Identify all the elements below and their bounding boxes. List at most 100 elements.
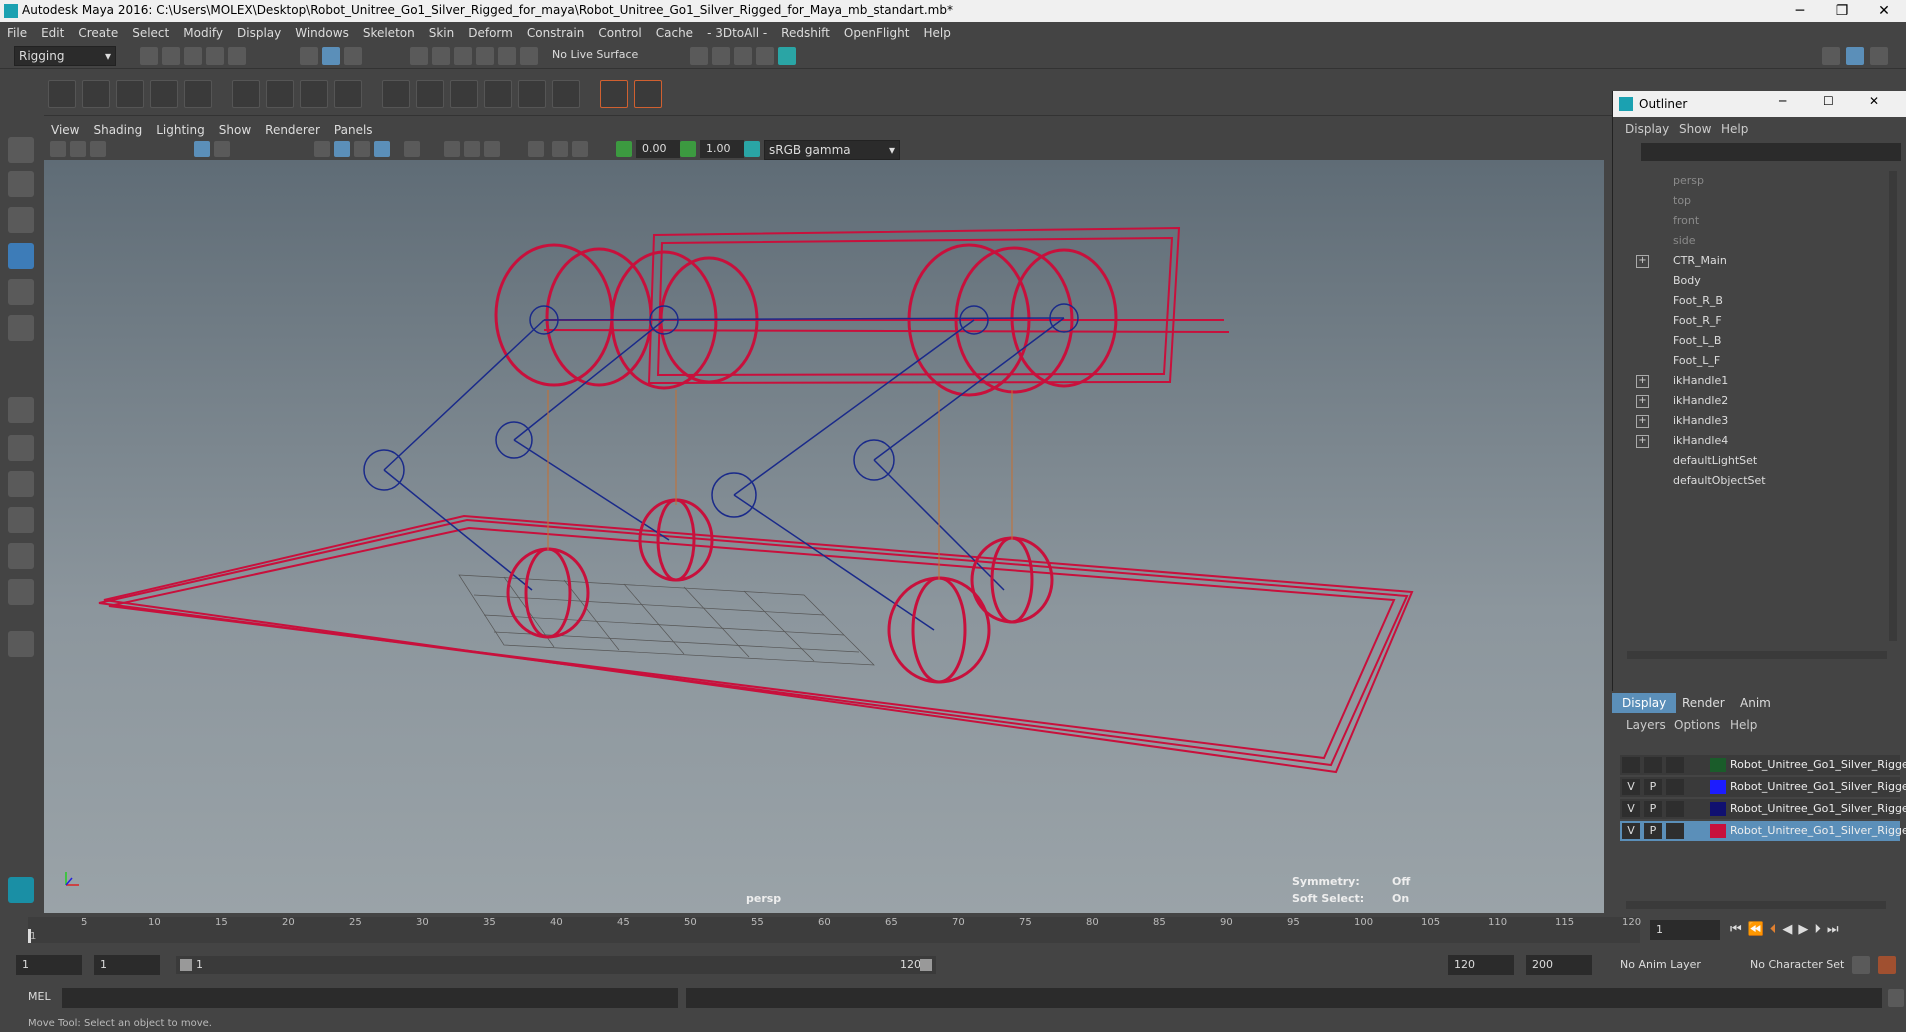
scale-tool-icon[interactable] bbox=[8, 315, 34, 341]
film-gate-icon[interactable] bbox=[214, 141, 230, 157]
snap-view-icon[interactable] bbox=[476, 47, 494, 65]
render-settings-icon[interactable] bbox=[756, 47, 774, 65]
move-tool-icon[interactable] bbox=[8, 243, 34, 269]
motion-blur-icon[interactable] bbox=[484, 141, 500, 157]
camera-attributes-icon[interactable] bbox=[70, 141, 86, 157]
xray-icon[interactable] bbox=[552, 141, 568, 157]
anim-layer-dropdown[interactable]: No Anim Layer bbox=[1620, 958, 1701, 971]
outliner-maximize-button[interactable]: ☐ bbox=[1823, 94, 1834, 108]
menu-control[interactable]: Control bbox=[591, 22, 648, 44]
bind-skin-icon[interactable] bbox=[232, 80, 260, 108]
custom-layout-icon[interactable] bbox=[8, 631, 34, 657]
anim-prefs-icon[interactable] bbox=[1878, 956, 1896, 974]
playback-end-field[interactable]: 120 bbox=[1448, 955, 1514, 975]
four-view-icon[interactable] bbox=[8, 435, 34, 461]
gamma-icon[interactable] bbox=[680, 141, 696, 157]
animation-start-field[interactable]: 1 bbox=[16, 955, 82, 975]
outliner-item-ikhandle4[interactable]: ikHandle4 bbox=[1673, 431, 1728, 451]
menu-edit[interactable]: Edit bbox=[34, 22, 71, 44]
layer-playback-toggle[interactable]: P bbox=[1644, 823, 1662, 839]
snap-surface-icon[interactable] bbox=[498, 47, 516, 65]
outliner-menu-display[interactable]: Display bbox=[1625, 119, 1675, 139]
menu-create[interactable]: Create bbox=[71, 22, 125, 44]
paint-weights-icon[interactable] bbox=[266, 80, 294, 108]
xray-joints-icon[interactable] bbox=[572, 141, 588, 157]
set-driven-key-icon[interactable] bbox=[634, 80, 662, 108]
outliner-item-defaultobjectset[interactable]: defaultObjectSet bbox=[1673, 471, 1766, 491]
step-back-icon[interactable]: ⏪ bbox=[1748, 922, 1770, 937]
tab-display[interactable]: Display bbox=[1612, 693, 1677, 713]
layer-display-type[interactable] bbox=[1666, 823, 1684, 839]
scale-constraint-icon[interactable] bbox=[484, 80, 512, 108]
expand-icon[interactable]: + bbox=[1636, 375, 1649, 388]
layer-color-swatch[interactable] bbox=[1710, 758, 1726, 772]
new-scene-icon[interactable] bbox=[140, 47, 158, 65]
cluster-icon[interactable] bbox=[334, 80, 362, 108]
select-component-icon[interactable] bbox=[344, 47, 362, 65]
outliner-layout-icon[interactable] bbox=[8, 579, 34, 605]
range-end-handle[interactable] bbox=[920, 959, 932, 971]
persp-outliner-layout-icon[interactable] bbox=[8, 471, 34, 497]
layers-menu-layers[interactable]: Layers bbox=[1626, 715, 1670, 735]
layers-hscrollbar[interactable] bbox=[1626, 901, 1886, 909]
textured-icon[interactable] bbox=[354, 141, 370, 157]
layer-display-type[interactable] bbox=[1666, 757, 1684, 773]
attribute-editor-icon[interactable] bbox=[1846, 47, 1864, 65]
point-constraint-icon[interactable] bbox=[416, 80, 444, 108]
outliner-item-defaultlightset[interactable]: defaultLightSet bbox=[1673, 451, 1757, 471]
joint-tool-icon[interactable] bbox=[48, 80, 76, 108]
layer-display-type[interactable] bbox=[1666, 779, 1684, 795]
hypershade-icon[interactable] bbox=[778, 47, 796, 65]
expand-icon[interactable]: + bbox=[1636, 395, 1649, 408]
layers-menu-options[interactable]: Options bbox=[1674, 715, 1722, 735]
menu-skin[interactable]: Skin bbox=[422, 22, 462, 44]
wireframe-icon[interactable] bbox=[314, 141, 330, 157]
menuset-dropdown[interactable]: Rigging ▾ bbox=[14, 46, 116, 66]
tab-render[interactable]: Render bbox=[1672, 693, 1735, 713]
camera-select-icon[interactable] bbox=[50, 141, 66, 157]
menu-3dtoall[interactable]: - 3DtoAll - bbox=[700, 22, 774, 44]
outliner-item-ikhandle2[interactable]: ikHandle2 bbox=[1673, 391, 1728, 411]
command-language-label[interactable]: MEL bbox=[28, 990, 51, 1003]
expand-icon[interactable]: + bbox=[1636, 435, 1649, 448]
playback-start-field[interactable]: 1 bbox=[94, 955, 160, 975]
paint-select-icon[interactable] bbox=[8, 207, 34, 233]
tool-settings-icon[interactable] bbox=[1870, 47, 1888, 65]
snap-curve-icon[interactable] bbox=[432, 47, 450, 65]
go-to-end-icon[interactable]: ⏭ bbox=[1827, 922, 1845, 937]
outliner-item-body[interactable]: Body bbox=[1673, 271, 1701, 291]
live-surface-icon[interactable] bbox=[520, 47, 538, 65]
outliner-search-field[interactable] bbox=[1641, 143, 1901, 161]
orient-joint-icon[interactable] bbox=[184, 80, 212, 108]
minimize-button[interactable]: ─ bbox=[1780, 0, 1820, 22]
menu-help[interactable]: Help bbox=[916, 22, 957, 44]
open-scene-icon[interactable] bbox=[162, 47, 180, 65]
outliner-item-foot-l-f[interactable]: Foot_L_F bbox=[1673, 351, 1720, 371]
outliner-menu-help[interactable]: Help bbox=[1721, 119, 1761, 139]
snap-point-icon[interactable] bbox=[454, 47, 472, 65]
outliner-item-ctr-main[interactable]: CTR_Main bbox=[1673, 251, 1727, 271]
ambient-occlusion-icon[interactable] bbox=[464, 141, 480, 157]
time-slider-track[interactable]: 1 5 10 15 20 25 30 35 40 45 50 55 60 65 … bbox=[28, 917, 1641, 943]
hypershade-layout-icon[interactable] bbox=[8, 543, 34, 569]
menu-windows[interactable]: Windows bbox=[288, 22, 356, 44]
undo-icon[interactable] bbox=[206, 47, 224, 65]
step-forward-key-icon[interactable]: ⏵ bbox=[1814, 922, 1827, 937]
outliner-item-ikhandle3[interactable]: ikHandle3 bbox=[1673, 411, 1728, 431]
animation-end-field[interactable]: 200 bbox=[1526, 955, 1592, 975]
menu-openflight[interactable]: OpenFlight bbox=[837, 22, 917, 44]
layer-color-swatch[interactable] bbox=[1710, 802, 1726, 816]
redo-icon[interactable] bbox=[228, 47, 246, 65]
outliner-scrollbar[interactable] bbox=[1889, 171, 1897, 641]
range-slider-bar[interactable]: 1 120 bbox=[176, 956, 936, 974]
play-back-icon[interactable]: ◀ bbox=[1782, 922, 1798, 937]
outliner-item-foot-r-b[interactable]: Foot_R_B bbox=[1673, 291, 1723, 311]
outliner-hscrollbar[interactable] bbox=[1627, 651, 1887, 659]
isolate-select-icon[interactable] bbox=[528, 141, 544, 157]
menu-display[interactable]: Display bbox=[230, 22, 288, 44]
range-start-handle[interactable] bbox=[180, 959, 192, 971]
menu-file[interactable]: File bbox=[0, 22, 34, 44]
outliner-item-foot-l-b[interactable]: Foot_L_B bbox=[1673, 331, 1721, 351]
go-to-start-icon[interactable]: ⏮ bbox=[1730, 922, 1748, 937]
render-frame-icon[interactable] bbox=[712, 47, 730, 65]
